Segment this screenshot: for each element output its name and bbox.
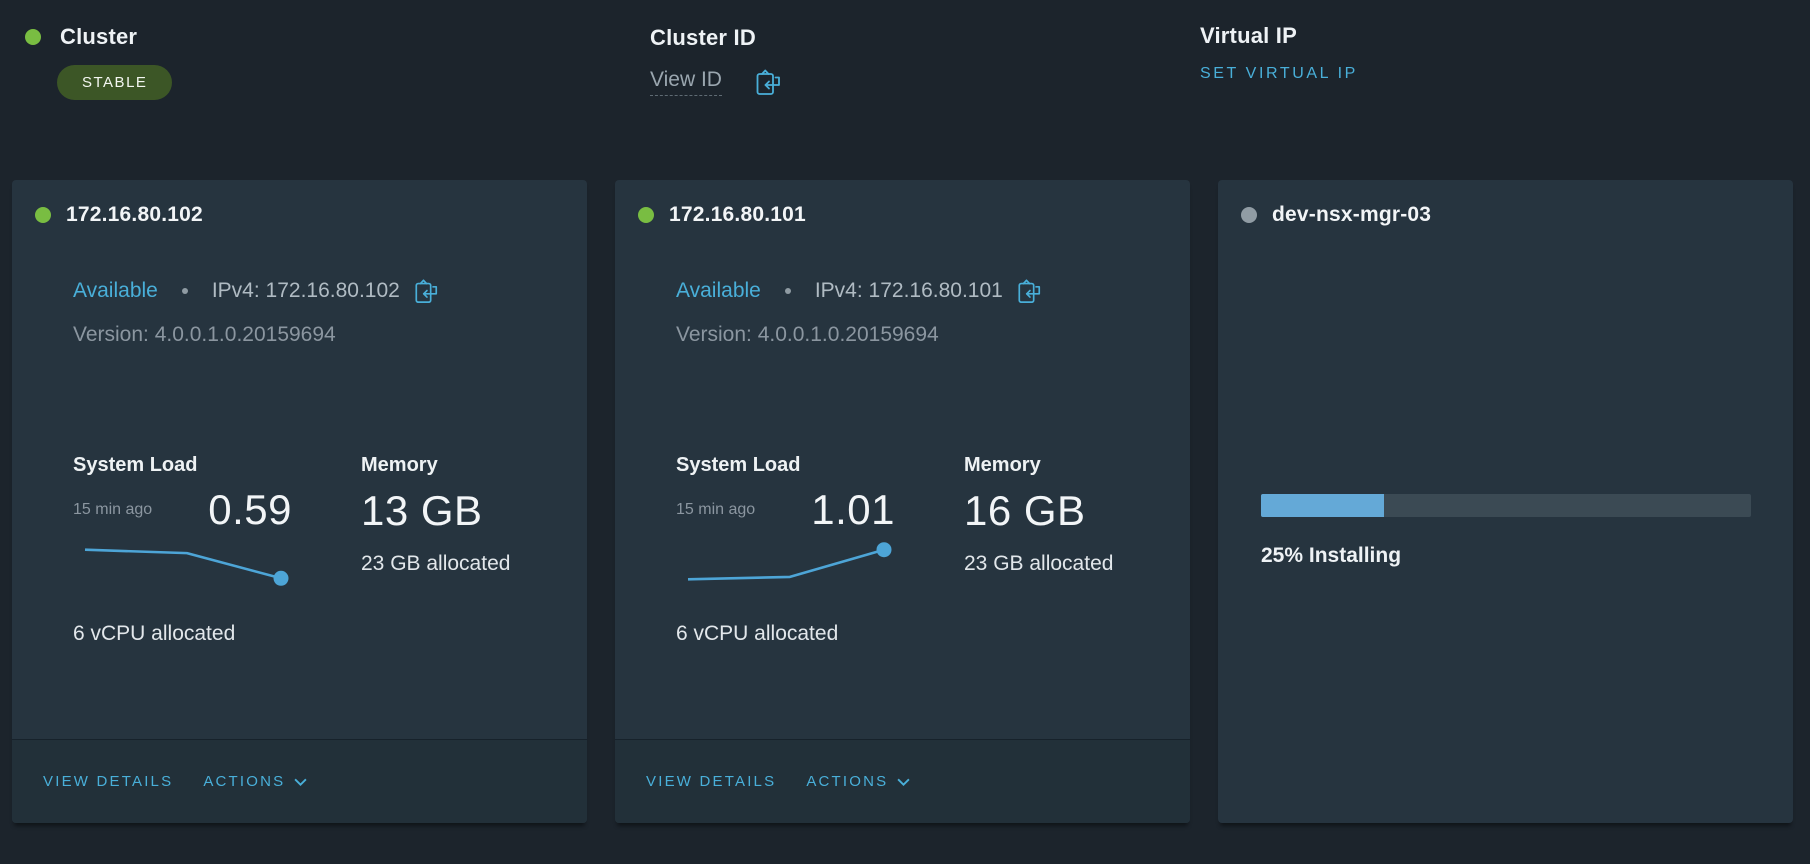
node-title: dev-nsx-mgr-03 xyxy=(1272,203,1431,227)
node-status-dot xyxy=(638,207,654,223)
separator-dot xyxy=(182,288,188,294)
cpu-allocated: 6 vCPU allocated xyxy=(73,622,292,646)
node-card-3: dev-nsx-mgr-03 25% Installing xyxy=(1218,180,1793,823)
node-status-dot xyxy=(35,207,51,223)
separator-dot xyxy=(785,288,791,294)
node-availability: Available xyxy=(676,279,761,303)
install-progress-bar xyxy=(1261,494,1751,517)
node-card-header: 172.16.80.101 xyxy=(638,203,806,227)
actions-label: ACTIONS xyxy=(203,773,285,790)
node-status-dot xyxy=(1241,207,1257,223)
node-card-1: 172.16.80.102 Available IPv4: 172.16.80.… xyxy=(12,180,587,823)
set-virtual-ip-link[interactable]: SET VIRTUAL IP xyxy=(1200,65,1358,83)
view-details-link[interactable]: VIEW DETAILS xyxy=(43,773,173,790)
node-status-row: Available IPv4: 172.16.80.101 xyxy=(676,278,1042,304)
cluster-id-label: Cluster ID xyxy=(650,25,756,51)
node-card-header: dev-nsx-mgr-03 xyxy=(1241,203,1431,227)
cluster-label: Cluster xyxy=(60,24,137,50)
node-card-footer: VIEW DETAILS ACTIONS xyxy=(615,739,1190,823)
actions-label: ACTIONS xyxy=(806,773,888,790)
memory-label: Memory xyxy=(361,452,510,478)
memory-allocated: 23 GB allocated xyxy=(361,552,510,576)
copy-ip-icon[interactable] xyxy=(414,278,439,304)
copy-ip-icon[interactable] xyxy=(1017,278,1042,304)
install-status-label: 25% Installing xyxy=(1261,544,1401,568)
actions-menu-button[interactable]: ACTIONS xyxy=(203,773,307,790)
cpu-allocated: 6 vCPU allocated xyxy=(676,622,895,646)
node-ipv4: IPv4: 172.16.80.101 xyxy=(815,279,1003,303)
chevron-down-icon xyxy=(294,778,307,786)
node-version: Version: 4.0.0.1.0.20159694 xyxy=(676,323,939,347)
cluster-overview: Cluster xyxy=(25,24,137,50)
copy-cluster-id-icon[interactable] xyxy=(755,68,782,96)
system-load-stat: System Load 15 min ago 1.01 6 vCPU alloc… xyxy=(676,452,895,646)
memory-allocated: 23 GB allocated xyxy=(964,552,1113,576)
node-card-footer: VIEW DETAILS ACTIONS xyxy=(12,739,587,823)
node-title: 172.16.80.101 xyxy=(669,203,806,227)
memory-value: 13 GB xyxy=(361,487,483,535)
node-card-2: 172.16.80.101 Available IPv4: 172.16.80.… xyxy=(615,180,1190,823)
system-load-label: System Load xyxy=(676,452,895,478)
system-load-value: 1.01 xyxy=(811,486,895,534)
system-load-sparkline xyxy=(83,540,299,592)
node-title: 172.16.80.102 xyxy=(66,203,203,227)
virtual-ip-label: Virtual IP xyxy=(1200,23,1297,49)
cluster-stable-badge: STABLE xyxy=(57,65,172,100)
system-load-label: System Load xyxy=(73,452,292,478)
node-card-header: 172.16.80.102 xyxy=(35,203,203,227)
view-id-link[interactable]: View ID xyxy=(650,68,722,96)
view-details-link[interactable]: VIEW DETAILS xyxy=(646,773,776,790)
node-ipv4: IPv4: 172.16.80.102 xyxy=(212,279,400,303)
install-progress-fill xyxy=(1261,494,1384,517)
cluster-status-dot xyxy=(25,29,41,45)
memory-stat: Memory 16 GB 23 GB allocated xyxy=(964,452,1113,576)
system-load-value: 0.59 xyxy=(208,486,292,534)
node-version: Version: 4.0.0.1.0.20159694 xyxy=(73,323,336,347)
node-availability: Available xyxy=(73,279,158,303)
actions-menu-button[interactable]: ACTIONS xyxy=(806,773,910,790)
system-load-timeago: 15 min ago xyxy=(676,501,755,519)
node-cards-row: 172.16.80.102 Available IPv4: 172.16.80.… xyxy=(12,180,1793,823)
system-load-timeago: 15 min ago xyxy=(73,501,152,519)
memory-label: Memory xyxy=(964,452,1113,478)
system-load-stat: System Load 15 min ago 0.59 6 vCPU alloc… xyxy=(73,452,292,646)
system-load-sparkline xyxy=(686,540,902,592)
cluster-id-row: View ID xyxy=(650,68,782,96)
chevron-down-icon xyxy=(897,778,910,786)
memory-stat: Memory 13 GB 23 GB allocated xyxy=(361,452,510,576)
memory-value: 16 GB xyxy=(964,487,1086,535)
node-status-row: Available IPv4: 172.16.80.102 xyxy=(73,278,439,304)
